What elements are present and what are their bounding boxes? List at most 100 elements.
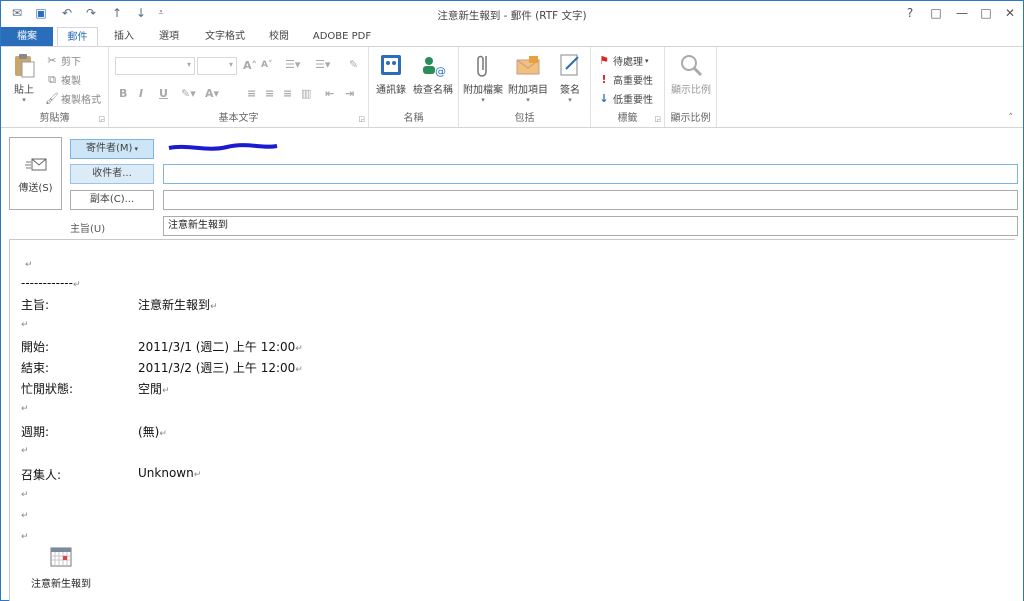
dialog-launcher-icon[interactable]: ◲ (98, 115, 105, 123)
justify-icon[interactable]: ▥ (301, 87, 311, 100)
cc-field[interactable] (163, 190, 1018, 210)
tab-insert[interactable]: 插入 (107, 27, 141, 47)
from-button[interactable]: 寄件者(M) ▾ (70, 139, 154, 159)
field-key: 主旨: (21, 298, 50, 312)
paste-label: 貼上 (14, 85, 34, 96)
low-importance-button[interactable]: ↓ 低重要性 (597, 91, 653, 106)
chevron-down-icon: ▾ (22, 96, 26, 104)
magnifier-icon (676, 51, 706, 79)
address-book-button[interactable]: 通訊錄 (373, 51, 409, 96)
collapse-ribbon-icon[interactable]: ˄ (1009, 113, 1014, 123)
tab-adobe-pdf[interactable]: ADOBE PDF (307, 27, 377, 47)
vertical-scrollbar[interactable] (1015, 239, 1023, 601)
title-bar: ✉ ▣ ↶ ↷ ↑ ↓ ⩡ 注意新生報到 - 郵件 (RTF 文字) ? □ —… (1, 1, 1023, 27)
copy-button[interactable]: ⧉ 複製 (45, 72, 81, 88)
signature-button[interactable]: 簽名 ▾ (553, 51, 587, 104)
field-key: 週期: (21, 425, 50, 439)
underline-icon[interactable]: U (159, 87, 168, 100)
send-envelope-icon (10, 158, 61, 175)
zoom-group-label: 顯示比例 (670, 113, 711, 124)
increase-indent-icon[interactable]: ⇥ (345, 87, 354, 100)
paste-button[interactable]: 貼上 ▾ (7, 51, 41, 104)
tab-format-text[interactable]: 文字格式 (197, 27, 253, 47)
shrink-font-icon[interactable]: A˅ (261, 60, 272, 70)
paragraph-mark: ↵ (21, 446, 29, 456)
dialog-launcher-icon[interactable]: ◲ (654, 115, 661, 123)
chevron-down-icon: ▾ (481, 96, 485, 104)
high-importance-button[interactable]: ! 高重要性 (597, 72, 653, 87)
paperclip-icon (468, 51, 498, 79)
tab-message[interactable]: 郵件 (57, 27, 98, 48)
bold-icon[interactable]: B (119, 87, 127, 100)
maximize-button[interactable]: □ (973, 3, 999, 23)
field-value: Unknown↵ (138, 466, 201, 480)
italic-icon[interactable]: I (139, 87, 143, 100)
align-center-icon[interactable]: ≡ (265, 87, 274, 100)
close-button[interactable]: ✕ (997, 3, 1023, 23)
ribbon-display-button[interactable]: □ (923, 3, 949, 23)
names-group-label: 名稱 (403, 113, 424, 124)
font-size-dropdown[interactable] (197, 57, 237, 75)
paragraph-mark: ↵ (21, 490, 29, 500)
zoom-label: 顯示比例 (671, 85, 711, 96)
high-importance-label: 高重要性 (613, 76, 653, 87)
minimize-button[interactable]: — (949, 3, 975, 23)
cc-button[interactable]: 副本(C)... (70, 190, 154, 210)
subject-value: 注意新生報到 (138, 298, 211, 312)
signature-icon (555, 51, 585, 79)
clear-formatting-icon[interactable]: ✎ (349, 58, 358, 71)
send-button[interactable]: 傳送(S) (9, 137, 62, 210)
cut-button[interactable]: ✂ 剪下 (45, 53, 81, 68)
numbering-icon[interactable]: ☰▾ (315, 58, 330, 71)
chevron-down-icon: ▾ (526, 96, 530, 104)
attach-file-button[interactable]: 附加檔案 ▾ (461, 51, 505, 104)
align-left-icon[interactable]: ≡ (247, 87, 256, 100)
font-color-icon[interactable]: A▾ (205, 87, 219, 100)
message-body[interactable]: ↵ ------------↵ 主旨: 注意新生報到↵ ↵ 開始: 2011/3… (9, 239, 1017, 601)
end-value: 2011/3/2 (週三) 上午 12:00 (138, 361, 296, 375)
field-key: 結束: (21, 361, 50, 375)
tags-group: ⚑ 待處理 ▾ ! 高重要性 ↓ 低重要性 標籤 ◲ (591, 47, 665, 127)
paintbrush-icon: 🖌 (45, 92, 59, 105)
bullets-icon[interactable]: ☰▾ (285, 58, 300, 71)
font-name-dropdown[interactable] (115, 57, 195, 75)
scissors-icon: ✂ (47, 54, 57, 67)
paragraph-mark: ↵ (21, 320, 29, 330)
chevron-down-icon: ▾ (134, 145, 138, 153)
align-right-icon[interactable]: ≡ (283, 87, 292, 100)
field-value: 2011/3/2 (週三) 上午 12:00↵ (138, 359, 303, 376)
address-book-label: 通訊錄 (376, 85, 406, 96)
help-button[interactable]: ? (897, 3, 923, 23)
follow-up-button[interactable]: ⚑ 待處理 ▾ (597, 53, 648, 68)
basic-text-group-label: 基本文字 (218, 113, 259, 124)
copy-icon: ⧉ (48, 72, 56, 86)
message-header: 傳送(S) 寄件者(M) ▾ 收件者... 副本(C)... 主旨(U) 注意新生… (1, 129, 1023, 239)
to-button[interactable]: 收件者... (70, 164, 154, 184)
tab-options[interactable]: 選項 (151, 27, 187, 47)
highlight-icon[interactable]: ✎▾ (181, 87, 196, 100)
paragraph-mark: ↵ (21, 511, 29, 521)
tags-group-label: 標籤 (617, 113, 638, 124)
redacted-sender-mark (168, 143, 278, 151)
envelope-icon (513, 51, 543, 79)
dialog-launcher-icon[interactable]: ◲ (358, 115, 365, 123)
chevron-down-icon: ▾ (568, 96, 572, 104)
grow-font-icon[interactable]: A˄ (243, 59, 257, 72)
to-field[interactable] (163, 164, 1018, 184)
calendar-attachment[interactable]: 注意新生報到 (24, 546, 98, 590)
start-value: 2011/3/1 (週二) 上午 12:00 (138, 340, 296, 354)
down-arrow-icon: ↓ (599, 92, 609, 105)
check-names-label: 檢查名稱 (413, 85, 453, 96)
tab-file[interactable]: 檔案 (1, 27, 53, 47)
decrease-indent-icon[interactable]: ⇤ (325, 87, 334, 100)
copy-label: 複製 (61, 76, 81, 87)
format-painter-button[interactable]: 🖌 複製格式 (45, 91, 101, 106)
tab-review[interactable]: 校閱 (261, 27, 297, 47)
calendar-icon (24, 546, 98, 571)
field-key: 忙閒狀態: (21, 382, 74, 396)
zoom-button[interactable]: 顯示比例 (667, 51, 715, 96)
attach-item-button[interactable]: 附加項目 ▾ (506, 51, 550, 104)
subject-field[interactable]: 注意新生報到 (163, 216, 1018, 236)
send-label: 傳送(S) (18, 183, 53, 194)
check-names-button[interactable]: @ 檢查名稱 (411, 51, 455, 96)
